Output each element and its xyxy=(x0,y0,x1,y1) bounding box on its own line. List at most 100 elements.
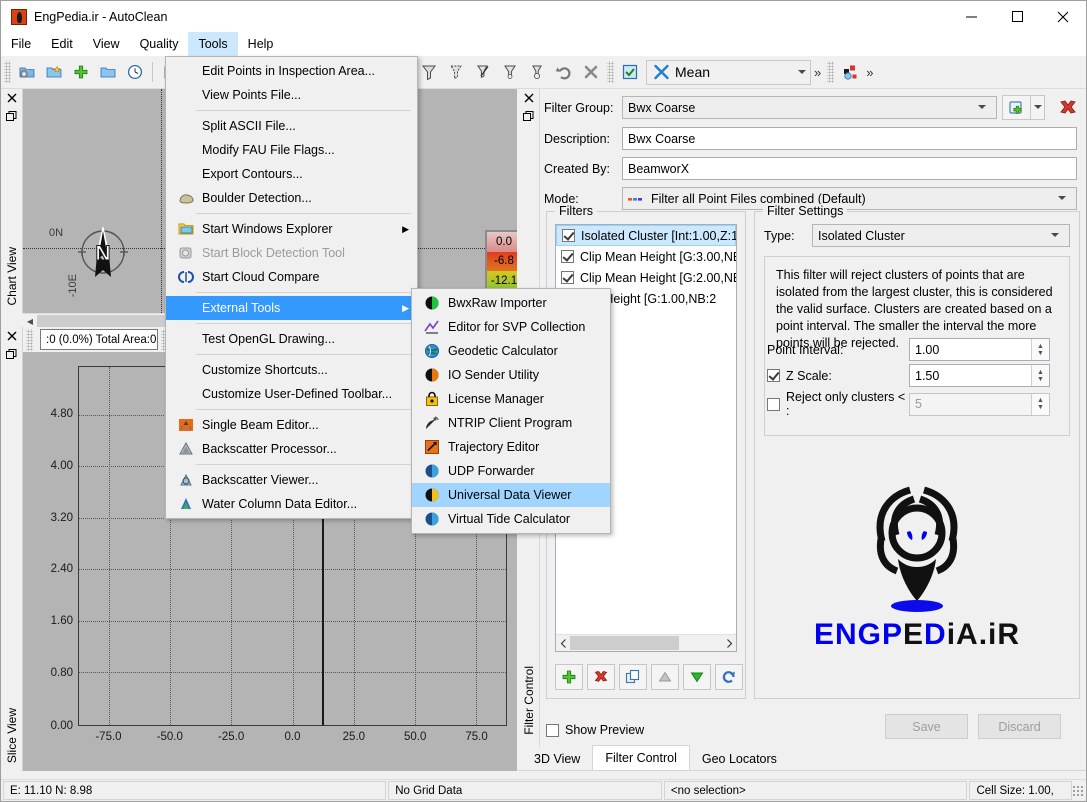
submenu-item-virtual-tide-calculator[interactable]: Virtual Tide Calculator xyxy=(412,507,610,531)
filters-scroll-right-icon[interactable] xyxy=(722,636,736,650)
tab-filter-control[interactable]: Filter Control xyxy=(592,745,690,770)
delete-group-button[interactable] xyxy=(1053,95,1082,120)
menu-item-test-opengl[interactable]: Test OpenGL Drawing... xyxy=(166,327,417,351)
filters-scroll-left-icon[interactable] xyxy=(556,636,570,650)
menu-item-single-beam-editor[interactable]: Single Beam Editor... xyxy=(166,413,417,437)
point-interval-spinner[interactable]: ▲ ▼ xyxy=(1031,339,1049,360)
float-window-icon-3[interactable] xyxy=(523,111,534,125)
reject-clusters-spinner[interactable]: ▲ ▼ xyxy=(1031,393,1049,415)
menu-item-external-tools[interactable]: External Tools ▶ xyxy=(166,296,417,320)
mode-combo[interactable]: Filter all Point Files combined (Default… xyxy=(622,187,1077,210)
filters-scroll-track[interactable] xyxy=(570,636,722,650)
float-window-icon-2[interactable] xyxy=(6,349,17,363)
submenu-item-license-manager[interactable]: License Manager xyxy=(412,387,610,411)
move-up-button[interactable] xyxy=(651,664,679,690)
menu-quality[interactable]: Quality xyxy=(130,32,189,56)
z-scale-spinner[interactable]: ▲ ▼ xyxy=(1031,365,1049,386)
chevron-down-icon-5[interactable] xyxy=(1045,233,1064,238)
filter-checkbox-2[interactable] xyxy=(561,271,574,284)
add-filter-button[interactable] xyxy=(555,664,583,690)
open-folder-icon[interactable] xyxy=(94,59,121,85)
menu-item-view-points-file[interactable]: View Points File... xyxy=(166,83,417,107)
toolbar-grip-3[interactable] xyxy=(827,61,835,83)
total-area-field[interactable]: :0 (0.0%) Total Area:0 xyxy=(40,329,158,350)
discard-button[interactable]: Discard xyxy=(978,714,1061,739)
float-window-icon[interactable] xyxy=(6,111,17,125)
show-preview-checkbox[interactable] xyxy=(546,723,559,737)
filter-select-icon[interactable] xyxy=(442,59,469,85)
toolbar-overflow-button-2[interactable]: » xyxy=(863,65,876,80)
menu-item-customize-toolbar[interactable]: Customize User-Defined Toolbar... xyxy=(166,382,417,406)
tab-geo-locators[interactable]: Geo Locators xyxy=(689,747,789,770)
menu-item-boulder-detection[interactable]: Boulder Detection... xyxy=(166,186,417,210)
submenu-item-ntrip-client[interactable]: NTRIP Client Program xyxy=(412,411,610,435)
filter-flag-icon[interactable] xyxy=(496,59,523,85)
toolbar-overflow-button[interactable]: » xyxy=(811,65,824,80)
delete-x-icon[interactable] xyxy=(577,59,604,85)
z-scale-input[interactable]: 1.50 ▲ ▼ xyxy=(909,364,1050,387)
filter-checkbox-1[interactable] xyxy=(561,250,574,263)
menu-item-export-contours[interactable]: Export Contours... xyxy=(166,162,417,186)
add-plus-icon[interactable] xyxy=(67,59,94,85)
undo-icon[interactable] xyxy=(550,59,577,85)
tab-3d-view[interactable]: 3D View xyxy=(522,747,593,770)
reset-filter-button[interactable] xyxy=(715,664,743,690)
filter-list-item-1[interactable]: Clip Mean Height [G:3.00,NB:2 xyxy=(556,246,736,267)
close-icon-3[interactable] xyxy=(524,93,534,105)
maximize-button[interactable] xyxy=(994,1,1040,32)
menu-item-split-ascii[interactable]: Split ASCII File... xyxy=(166,114,417,138)
menu-item-water-column-editor[interactable]: Water Column Data Editor... xyxy=(166,492,417,516)
submenu-item-universal-data-viewer[interactable]: Universal Data Viewer xyxy=(412,483,610,507)
user-tools-icon[interactable] xyxy=(836,59,863,85)
filters-scroll-thumb[interactable] xyxy=(570,636,680,650)
close-icon[interactable] xyxy=(7,93,17,105)
filter-checkbox-0[interactable] xyxy=(562,229,575,242)
minimize-button[interactable] xyxy=(948,1,994,32)
add-group-dropdown[interactable] xyxy=(1031,95,1045,120)
menu-item-edit-points[interactable]: Edit Points in Inspection Area... xyxy=(166,59,417,83)
chevron-down-icon-4[interactable] xyxy=(1052,196,1071,201)
menu-item-modify-fau[interactable]: Modify FAU File Flags... xyxy=(166,138,417,162)
submenu-item-io-sender[interactable]: IO Sender Utility xyxy=(412,363,610,387)
add-group-button[interactable] xyxy=(1002,95,1031,120)
created-by-input[interactable]: BeamworX xyxy=(622,157,1077,180)
reject-clusters-input[interactable]: 5 ▲ ▼ xyxy=(909,392,1050,416)
menu-item-backscatter-viewer[interactable]: Backscatter Viewer... xyxy=(166,468,417,492)
type-combo[interactable]: Isolated Cluster xyxy=(812,224,1070,247)
mean-combo[interactable]: Mean xyxy=(646,59,811,85)
resize-grip[interactable] xyxy=(1072,784,1084,797)
close-icon-2[interactable] xyxy=(7,331,17,343)
description-input[interactable]: Bwx Coarse xyxy=(622,127,1077,150)
toolbar-grip[interactable] xyxy=(4,61,11,83)
chevron-down-icon-3[interactable] xyxy=(972,105,991,110)
filters-list-hscrollbar[interactable] xyxy=(556,634,736,651)
move-down-button[interactable] xyxy=(683,664,711,690)
menu-tools[interactable]: Tools xyxy=(188,32,238,56)
submenu-item-bwxraw-importer[interactable]: BwxRaw Importer xyxy=(412,291,610,315)
chevron-down-icon-2[interactable] xyxy=(793,62,810,83)
menu-file[interactable]: File xyxy=(1,32,41,56)
point-interval-input[interactable]: 1.00 ▲ ▼ xyxy=(909,338,1050,361)
reject-clusters-checkbox[interactable] xyxy=(767,397,780,411)
submenu-item-udp-forwarder[interactable]: UDP Forwarder xyxy=(412,459,610,483)
filter-pencil-icon[interactable] xyxy=(469,59,496,85)
menu-help[interactable]: Help xyxy=(238,32,284,56)
menu-edit[interactable]: Edit xyxy=(41,32,83,56)
menu-item-start-cloud-compare[interactable]: Start Cloud Compare xyxy=(166,265,417,289)
save-button[interactable]: Save xyxy=(885,714,968,739)
z-scale-checkbox[interactable] xyxy=(767,369,780,382)
filter-reject-icon[interactable] xyxy=(415,59,442,85)
filter-group-combo[interactable]: Bwx Coarse xyxy=(622,96,997,119)
filter-medal-icon[interactable] xyxy=(523,59,550,85)
filter-list-item-0[interactable]: Isolated Cluster [Int:1.00,Z:1.50 xyxy=(556,225,736,246)
remove-filter-button[interactable] xyxy=(587,664,615,690)
menu-item-customize-shortcuts[interactable]: Customize Shortcuts... xyxy=(166,358,417,382)
slice-toolbar-grip[interactable] xyxy=(26,328,33,351)
submenu-item-svp-editor[interactable]: Editor for SVP Collection xyxy=(412,315,610,339)
filter-list-item-2[interactable]: Clip Mean Height [G:2.00,NB:2 xyxy=(556,267,736,288)
menu-item-start-windows-explorer[interactable]: Start Windows Explorer ▶ xyxy=(166,217,417,241)
new-folder-icon[interactable] xyxy=(40,59,67,85)
submenu-item-geodetic-calculator[interactable]: Geodetic Calculator xyxy=(412,339,610,363)
copy-filter-button[interactable] xyxy=(619,664,647,690)
submenu-item-trajectory-editor[interactable]: Trajectory Editor xyxy=(412,435,610,459)
